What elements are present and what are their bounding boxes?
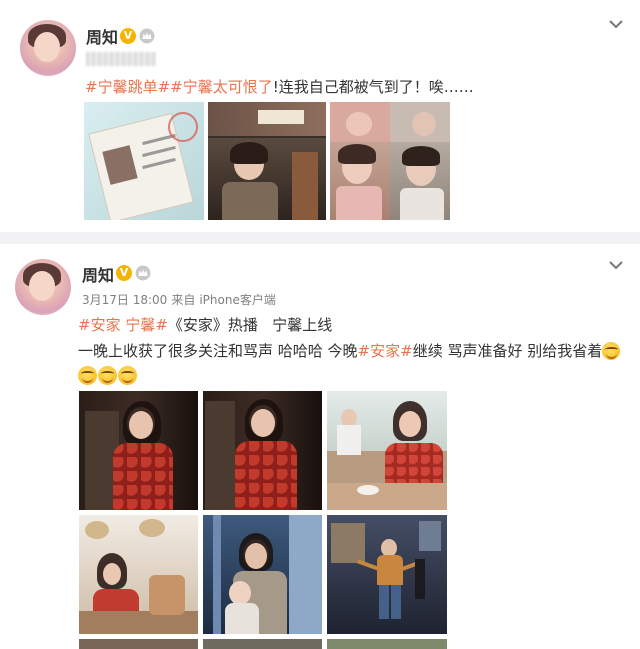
hashtag-link[interactable]: #安家# [358,342,413,360]
username[interactable]: 周知 [82,262,114,286]
verified-badge-icon: V [116,265,132,281]
post-date[interactable]: 3月17日 18:00 [82,293,167,307]
crown-icon [139,28,155,44]
hashtag-link[interactable]: #宁馨跳单# [85,78,170,96]
post-image[interactable] [79,515,198,634]
post-body: 一晚上收获了很多关注和骂声 哈哈哈 今晚 [78,342,358,360]
crown-icon [135,265,151,281]
blurred-meta [86,52,156,66]
post-text-line [78,365,138,387]
grin-emoji-icon [118,366,137,385]
post-meta: 3月17日 18:00 来自 iPhone客户端 [82,291,280,308]
verified-badge-icon: V [120,28,136,44]
post-image[interactable] [79,639,198,649]
hashtag-link[interactable]: #安家 宁馨# [78,316,168,334]
grin-emoji-icon [98,366,117,385]
post-body: !连我自己都被气到了！唉…… [272,78,474,96]
chevron-down-icon[interactable] [606,14,626,34]
post-image[interactable] [79,391,198,510]
post-image[interactable] [330,102,450,220]
avatar-face [34,32,60,62]
post-image[interactable] [84,102,204,220]
weibo-post-2: 周知 V 3月17日 18:00 来自 iPhone客户端 #安家 宁馨#《安家》热… [0,244,640,649]
avatar[interactable] [20,20,76,76]
post-image[interactable] [327,639,447,649]
chevron-down-icon[interactable] [606,255,626,275]
post-image[interactable] [327,515,447,634]
post-body: 《安家》热播 [167,316,258,334]
username[interactable]: 周知 [86,24,118,48]
post-image[interactable] [203,515,322,634]
grin-emoji-icon [78,366,97,385]
grin-emoji-icon [602,342,621,360]
post-text: #宁馨跳单##宁馨太可恨了!连我自己都被气到了！唉…… [85,76,474,98]
post-image[interactable] [203,639,322,649]
source-client[interactable]: iPhone客户端 [199,293,276,307]
avatar-face [29,271,55,301]
weibo-post-1: 周知 V #宁馨跳单##宁馨太可恨了!连我自己都被气到了！唉…… [0,0,640,232]
post-image[interactable] [327,391,447,510]
post-image[interactable] [203,391,322,510]
post-body: 继续 骂声准备好 别给我省着 [412,342,603,360]
post-body: 宁馨上线 [257,316,333,334]
post-image[interactable] [208,102,326,220]
post-text-line: 一晚上收获了很多关注和骂声 哈哈哈 今晚#安家#继续 骂声准备好 别给我省着 [78,340,621,362]
hashtag-link[interactable]: #宁馨太可恨了 [170,78,273,96]
source-prefix: 来自 [171,293,196,307]
post-text-line: #安家 宁馨#《安家》热播 宁馨上线 [78,314,332,336]
avatar[interactable] [15,259,71,315]
feed-separator [0,232,640,244]
